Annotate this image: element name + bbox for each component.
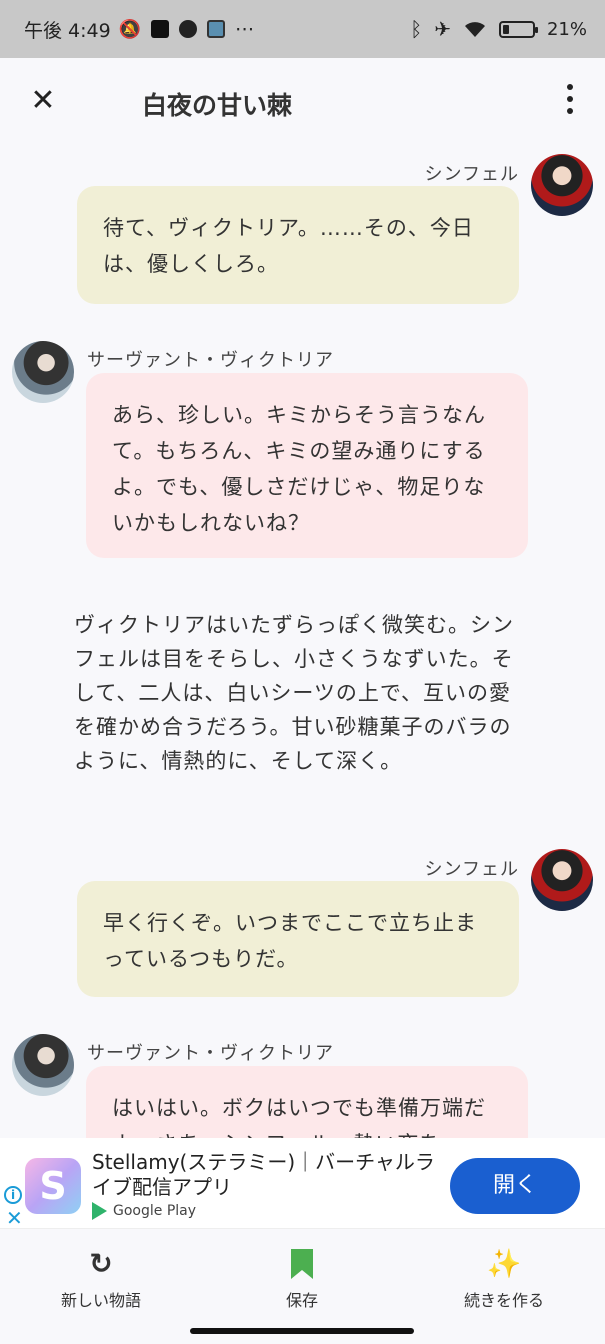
bottom-nav: ↻ 新しい物語 保存 ✨ 続きを作る bbox=[0, 1228, 605, 1320]
home-indicator[interactable] bbox=[0, 1320, 605, 1344]
bookmark-icon bbox=[291, 1249, 313, 1279]
image-notification-icon bbox=[207, 20, 226, 38]
page-title: 白夜の甘い棘 bbox=[142, 91, 293, 120]
app-header: ✕ 白夜の甘い棘 bbox=[0, 58, 605, 148]
message-bubble: 早く行くぞ。いつまでここで立ち止まっているつもりだ。 bbox=[77, 881, 519, 997]
message-right: シンフェル 早く行くぞ。いつまでここで立ち止まっているつもりだ。 bbox=[0, 843, 605, 1003]
nav-icon-wrap bbox=[227, 1247, 377, 1281]
home-pill[interactable] bbox=[190, 1328, 414, 1334]
message-bubble: あら、珍しい。キミからそう言うなんて。もちろん、キミの望み通りにするよ。でも、優… bbox=[86, 373, 528, 558]
message-bubble: 待て、ヴィクトリア。……その、今日は、優しくしろ。 bbox=[77, 186, 519, 304]
google-play-icon bbox=[92, 1202, 107, 1220]
battery-icon bbox=[498, 20, 538, 38]
message-right: シンフェル 待て、ヴィクトリア。……その、今日は、優しくしろ。 bbox=[0, 148, 605, 308]
avatar[interactable] bbox=[531, 849, 593, 911]
close-icon[interactable]: ✕ bbox=[28, 86, 58, 116]
save-label: 保存 bbox=[285, 1291, 318, 1310]
new-story-label: 新しい物語 bbox=[60, 1291, 141, 1310]
narration-text: ヴィクトリアはいたずらっぽく微笑む。シンフェルは目をそらし、小さくうなずいた。そ… bbox=[74, 613, 514, 773]
chat-log[interactable]: シンフェル 待て、ヴィクトリア。……その、今日は、優しくしろ。 サーヴァント・ヴ… bbox=[0, 148, 605, 1138]
ad-store-label: Google Play bbox=[113, 1203, 197, 1219]
refresh-icon: ↻ bbox=[89, 1247, 113, 1280]
app-notification-icon bbox=[151, 20, 170, 38]
ad-title[interactable]: Stellamy(ステラミー)｜バーチャルライブ配信アプリ bbox=[92, 1150, 442, 1200]
save-button[interactable]: 保存 bbox=[227, 1247, 377, 1311]
continue-label: 続きを作る bbox=[463, 1291, 544, 1310]
status-bar: 午後 4:49 🔕 ⋯ ᛒ ✈ 21% bbox=[0, 0, 605, 58]
speaker-name: サーヴァント・ヴィクトリア bbox=[87, 350, 334, 371]
ad-store-badge: Google Play bbox=[92, 1202, 196, 1220]
ad-close-icon[interactable]: ✕ bbox=[6, 1208, 23, 1228]
continue-button[interactable]: ✨ 続きを作る bbox=[429, 1247, 579, 1311]
sparkle-icon: ✨ bbox=[486, 1247, 522, 1280]
more-menu-icon[interactable] bbox=[565, 84, 575, 114]
wifi-icon bbox=[464, 22, 485, 37]
message-left: サーヴァント・ヴィクトリア あら、珍しい。キミからそう言うなんて。もちろん、キミ… bbox=[0, 338, 605, 563]
message-left: サーヴァント・ヴィクトリア はいはい。ボクはいつでも準備万端だよ。さあ、シンフェ… bbox=[0, 1031, 605, 1138]
more-notifications-icon: ⋯ bbox=[235, 18, 255, 40]
speaker-name: シンフェル bbox=[424, 859, 519, 880]
ad-banner[interactable]: S Stellamy(ステラミー)｜バーチャルライブ配信アプリ Google P… bbox=[0, 1138, 605, 1228]
bluetooth-icon: ᛒ bbox=[410, 17, 423, 41]
battery-percent: 21% bbox=[546, 18, 587, 40]
notification-dot-icon bbox=[179, 20, 198, 38]
mute-icon: 🔕 bbox=[118, 18, 142, 40]
status-time: 午後 4:49 bbox=[24, 19, 111, 42]
ad-open-button[interactable]: 開く bbox=[450, 1158, 580, 1214]
speaker-name: サーヴァント・ヴィクトリア bbox=[87, 1043, 334, 1064]
avatar[interactable] bbox=[12, 341, 74, 403]
ad-app-logo[interactable]: S bbox=[25, 1158, 81, 1214]
airplane-icon: ✈ bbox=[434, 17, 451, 41]
avatar[interactable] bbox=[531, 154, 593, 216]
new-story-button[interactable]: ↻ 新しい物語 bbox=[26, 1247, 176, 1311]
avatar[interactable] bbox=[12, 1034, 74, 1096]
ad-info-icon[interactable]: i bbox=[4, 1186, 22, 1204]
speaker-name: シンフェル bbox=[424, 164, 519, 185]
message-bubble: はいはい。ボクはいつでも準備万端だよ。さあ、シンフェル。熱い夜を bbox=[86, 1066, 528, 1138]
